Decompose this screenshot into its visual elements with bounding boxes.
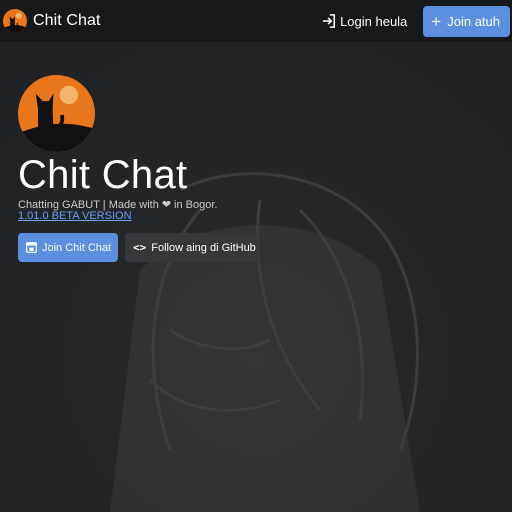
page: Chit Chat Login heula + Join atuh Chit C… — [0, 0, 512, 512]
follow-github-label: Follow aing di GitHub — [151, 241, 256, 254]
join-label: Join atuh — [447, 13, 500, 29]
page-title: Chit Chat — [18, 153, 188, 197]
brand-link[interactable]: Chit Chat — [3, 9, 101, 33]
tagline-text-before: Chatting GABUT | Made with — [18, 198, 159, 211]
follow-github-button[interactable]: <> Follow aing di GitHub — [125, 233, 258, 262]
cat-sunset-hero-logo-icon — [18, 75, 95, 152]
join-button[interactable]: + Join atuh — [423, 5, 510, 37]
join-chit-chat-button[interactable]: Join Chit Chat — [18, 233, 118, 262]
version-link[interactable]: 1.01.0 BETA VERSION — [18, 210, 132, 222]
sign-in-icon — [322, 14, 336, 28]
join-chit-chat-label: Join Chit Chat — [42, 241, 112, 254]
navbar: Chit Chat Login heula + Join atuh — [0, 0, 512, 42]
login-label: Login heula — [340, 13, 408, 29]
plus-icon: + — [431, 11, 442, 31]
nav-right: Login heula + Join atuh — [322, 5, 510, 37]
brand-title: Chit Chat — [33, 12, 101, 29]
code-icon: <> — [133, 241, 147, 254]
door-icon — [26, 242, 37, 253]
cat-sunset-logo-icon — [3, 9, 27, 33]
login-link[interactable]: Login heula — [322, 14, 407, 29]
heart-icon: ❤ — [161, 199, 172, 211]
tagline-text-after: in Bogor. — [174, 198, 218, 211]
